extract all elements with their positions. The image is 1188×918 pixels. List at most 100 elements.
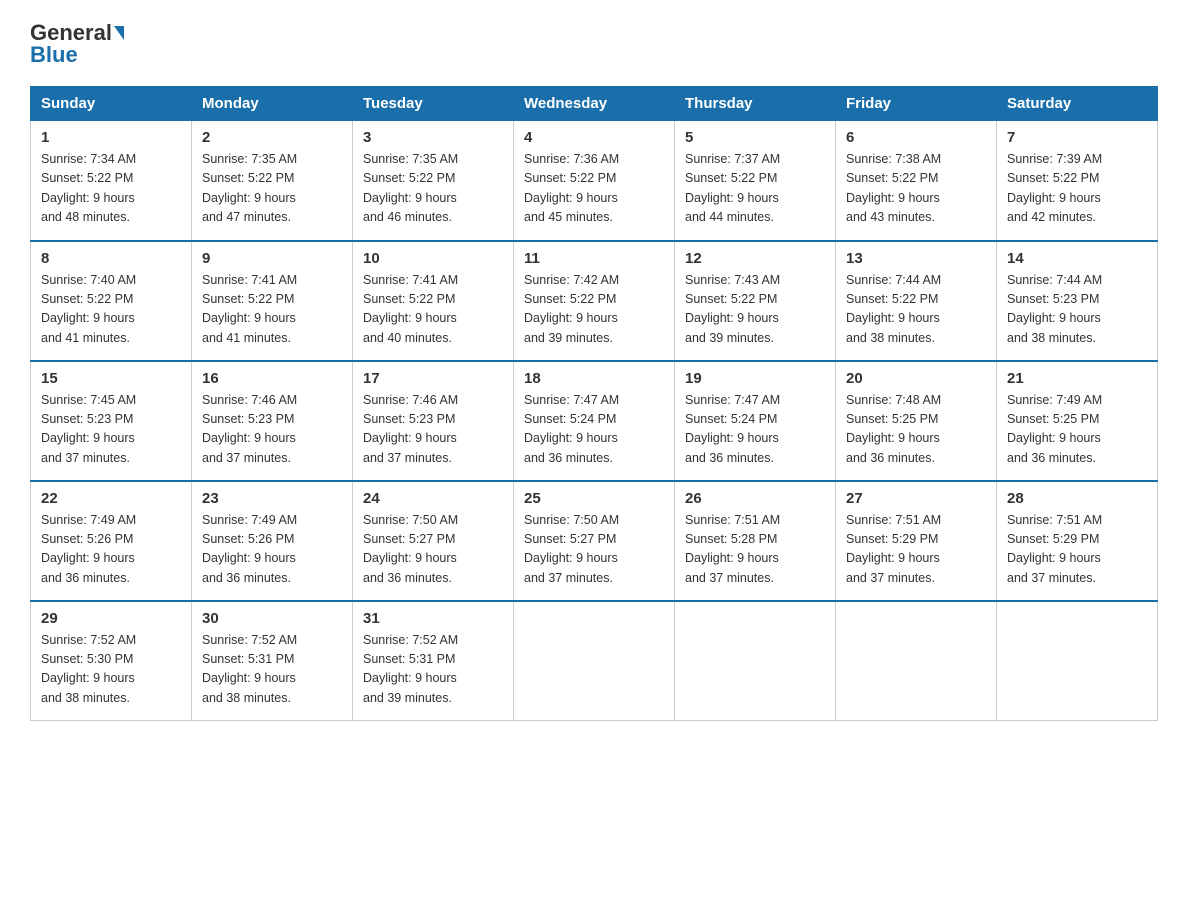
- week-row-3: 15 Sunrise: 7:45 AMSunset: 5:23 PMDayligh…: [31, 361, 1158, 481]
- day-cell-22: 22 Sunrise: 7:49 AMSunset: 5:26 PMDayligh…: [31, 481, 192, 601]
- day-cell-27: 27 Sunrise: 7:51 AMSunset: 5:29 PMDayligh…: [836, 481, 997, 601]
- day-info: Sunrise: 7:34 AMSunset: 5:22 PMDaylight:…: [41, 150, 181, 228]
- day-number: 11: [524, 250, 664, 267]
- day-info: Sunrise: 7:49 AMSunset: 5:26 PMDaylight:…: [202, 511, 342, 589]
- day-cell-4: 4Sunrise: 7:36 AMSunset: 5:22 PMDaylight…: [514, 121, 675, 241]
- day-info: Sunrise: 7:51 AMSunset: 5:28 PMDaylight:…: [685, 511, 825, 589]
- day-number: 20: [846, 370, 986, 387]
- logo-arrow-icon: [114, 26, 124, 40]
- day-info: Sunrise: 7:41 AMSunset: 5:22 PMDaylight:…: [363, 271, 503, 349]
- day-cell-14: 14Sunrise: 7:44 AMSunset: 5:23 PMDayligh…: [997, 241, 1158, 361]
- day-cell-3: 3 Sunrise: 7:35 AMSunset: 5:22 PMDaylight…: [353, 121, 514, 241]
- day-cell-8: 8 Sunrise: 7:40 AMSunset: 5:22 PMDaylight…: [31, 241, 192, 361]
- header-monday: Monday: [192, 87, 353, 121]
- header-row: SundayMondayTuesdayWednesdayThursdayFrid…: [31, 87, 1158, 121]
- day-number: 8: [41, 250, 181, 267]
- week-row-2: 8 Sunrise: 7:40 AMSunset: 5:22 PMDaylight…: [31, 241, 1158, 361]
- day-number: 31: [363, 610, 503, 627]
- day-cell-23: 23 Sunrise: 7:49 AMSunset: 5:26 PMDayligh…: [192, 481, 353, 601]
- calendar-table: SundayMondayTuesdayWednesdayThursdayFrid…: [30, 86, 1158, 721]
- day-cell-2: 2Sunrise: 7:35 AMSunset: 5:22 PMDaylight…: [192, 121, 353, 241]
- empty-cell: [675, 601, 836, 721]
- empty-cell: [997, 601, 1158, 721]
- day-info: Sunrise: 7:47 AMSunset: 5:24 PMDaylight:…: [524, 391, 664, 469]
- day-cell-16: 16 Sunrise: 7:46 AMSunset: 5:23 PMDayligh…: [192, 361, 353, 481]
- day-number: 15: [41, 370, 181, 387]
- day-info: Sunrise: 7:51 AMSunset: 5:29 PMDaylight:…: [1007, 511, 1147, 589]
- header-friday: Friday: [836, 87, 997, 121]
- day-number: 7: [1007, 129, 1147, 146]
- day-cell-31: 31 Sunrise: 7:52 AMSunset: 5:31 PMDayligh…: [353, 601, 514, 721]
- day-cell-24: 24 Sunrise: 7:50 AMSunset: 5:27 PMDayligh…: [353, 481, 514, 601]
- day-number: 17: [363, 370, 503, 387]
- logo-blue: Blue: [30, 42, 78, 68]
- day-info: Sunrise: 7:48 AMSunset: 5:25 PMDaylight:…: [846, 391, 986, 469]
- header-wednesday: Wednesday: [514, 87, 675, 121]
- day-number: 24: [363, 490, 503, 507]
- week-row-4: 22 Sunrise: 7:49 AMSunset: 5:26 PMDayligh…: [31, 481, 1158, 601]
- day-cell-7: 7 Sunrise: 7:39 AMSunset: 5:22 PMDaylight…: [997, 121, 1158, 241]
- day-cell-13: 13 Sunrise: 7:44 AMSunset: 5:22 PMDayligh…: [836, 241, 997, 361]
- empty-cell: [836, 601, 997, 721]
- day-number: 22: [41, 490, 181, 507]
- day-info: Sunrise: 7:43 AMSunset: 5:22 PMDaylight:…: [685, 271, 825, 349]
- day-info: Sunrise: 7:46 AMSunset: 5:23 PMDaylight:…: [202, 391, 342, 469]
- day-cell-21: 21 Sunrise: 7:49 AMSunset: 5:25 PMDayligh…: [997, 361, 1158, 481]
- day-cell-30: 30Sunrise: 7:52 AMSunset: 5:31 PMDayligh…: [192, 601, 353, 721]
- day-cell-15: 15 Sunrise: 7:45 AMSunset: 5:23 PMDayligh…: [31, 361, 192, 481]
- week-row-5: 29Sunrise: 7:52 AMSunset: 5:30 PMDayligh…: [31, 601, 1158, 721]
- day-number: 10: [363, 250, 503, 267]
- day-number: 23: [202, 490, 342, 507]
- day-info: Sunrise: 7:49 AMSunset: 5:26 PMDaylight:…: [41, 511, 181, 589]
- day-number: 26: [685, 490, 825, 507]
- day-number: 19: [685, 370, 825, 387]
- day-cell-12: 12 Sunrise: 7:43 AMSunset: 5:22 PMDayligh…: [675, 241, 836, 361]
- day-info: Sunrise: 7:40 AMSunset: 5:22 PMDaylight:…: [41, 271, 181, 349]
- day-info: Sunrise: 7:42 AMSunset: 5:22 PMDaylight:…: [524, 271, 664, 349]
- day-number: 25: [524, 490, 664, 507]
- logo: General Blue: [30, 20, 126, 68]
- empty-cell: [514, 601, 675, 721]
- day-number: 3: [363, 129, 503, 146]
- day-number: 12: [685, 250, 825, 267]
- day-cell-5: 5Sunrise: 7:37 AMSunset: 5:22 PMDaylight…: [675, 121, 836, 241]
- day-info: Sunrise: 7:50 AMSunset: 5:27 PMDaylight:…: [363, 511, 503, 589]
- day-info: Sunrise: 7:52 AMSunset: 5:31 PMDaylight:…: [363, 631, 503, 709]
- day-cell-28: 28 Sunrise: 7:51 AMSunset: 5:29 PMDayligh…: [997, 481, 1158, 601]
- day-number: 5: [685, 129, 825, 146]
- day-number: 16: [202, 370, 342, 387]
- day-info: Sunrise: 7:45 AMSunset: 5:23 PMDaylight:…: [41, 391, 181, 469]
- day-number: 27: [846, 490, 986, 507]
- header-tuesday: Tuesday: [353, 87, 514, 121]
- day-info: Sunrise: 7:41 AMSunset: 5:22 PMDaylight:…: [202, 271, 342, 349]
- header-sunday: Sunday: [31, 87, 192, 121]
- day-number: 18: [524, 370, 664, 387]
- day-cell-11: 11 Sunrise: 7:42 AMSunset: 5:22 PMDayligh…: [514, 241, 675, 361]
- day-cell-18: 18 Sunrise: 7:47 AMSunset: 5:24 PMDayligh…: [514, 361, 675, 481]
- day-cell-20: 20 Sunrise: 7:48 AMSunset: 5:25 PMDayligh…: [836, 361, 997, 481]
- day-number: 28: [1007, 490, 1147, 507]
- day-info: Sunrise: 7:44 AMSunset: 5:22 PMDaylight:…: [846, 271, 986, 349]
- day-info: Sunrise: 7:39 AMSunset: 5:22 PMDaylight:…: [1007, 150, 1147, 228]
- day-cell-19: 19Sunrise: 7:47 AMSunset: 5:24 PMDayligh…: [675, 361, 836, 481]
- day-number: 21: [1007, 370, 1147, 387]
- day-number: 4: [524, 129, 664, 146]
- page-header: General Blue: [30, 20, 1158, 68]
- day-number: 13: [846, 250, 986, 267]
- day-info: Sunrise: 7:46 AMSunset: 5:23 PMDaylight:…: [363, 391, 503, 469]
- day-number: 6: [846, 129, 986, 146]
- week-row-1: 1Sunrise: 7:34 AMSunset: 5:22 PMDaylight…: [31, 121, 1158, 241]
- day-info: Sunrise: 7:52 AMSunset: 5:30 PMDaylight:…: [41, 631, 181, 709]
- day-info: Sunrise: 7:35 AMSunset: 5:22 PMDaylight:…: [363, 150, 503, 228]
- day-number: 30: [202, 610, 342, 627]
- day-cell-29: 29Sunrise: 7:52 AMSunset: 5:30 PMDayligh…: [31, 601, 192, 721]
- day-info: Sunrise: 7:49 AMSunset: 5:25 PMDaylight:…: [1007, 391, 1147, 469]
- day-number: 9: [202, 250, 342, 267]
- day-info: Sunrise: 7:38 AMSunset: 5:22 PMDaylight:…: [846, 150, 986, 228]
- day-info: Sunrise: 7:44 AMSunset: 5:23 PMDaylight:…: [1007, 271, 1147, 349]
- header-saturday: Saturday: [997, 87, 1158, 121]
- day-info: Sunrise: 7:51 AMSunset: 5:29 PMDaylight:…: [846, 511, 986, 589]
- day-cell-9: 9 Sunrise: 7:41 AMSunset: 5:22 PMDaylight…: [192, 241, 353, 361]
- day-cell-26: 26 Sunrise: 7:51 AMSunset: 5:28 PMDayligh…: [675, 481, 836, 601]
- day-number: 2: [202, 129, 342, 146]
